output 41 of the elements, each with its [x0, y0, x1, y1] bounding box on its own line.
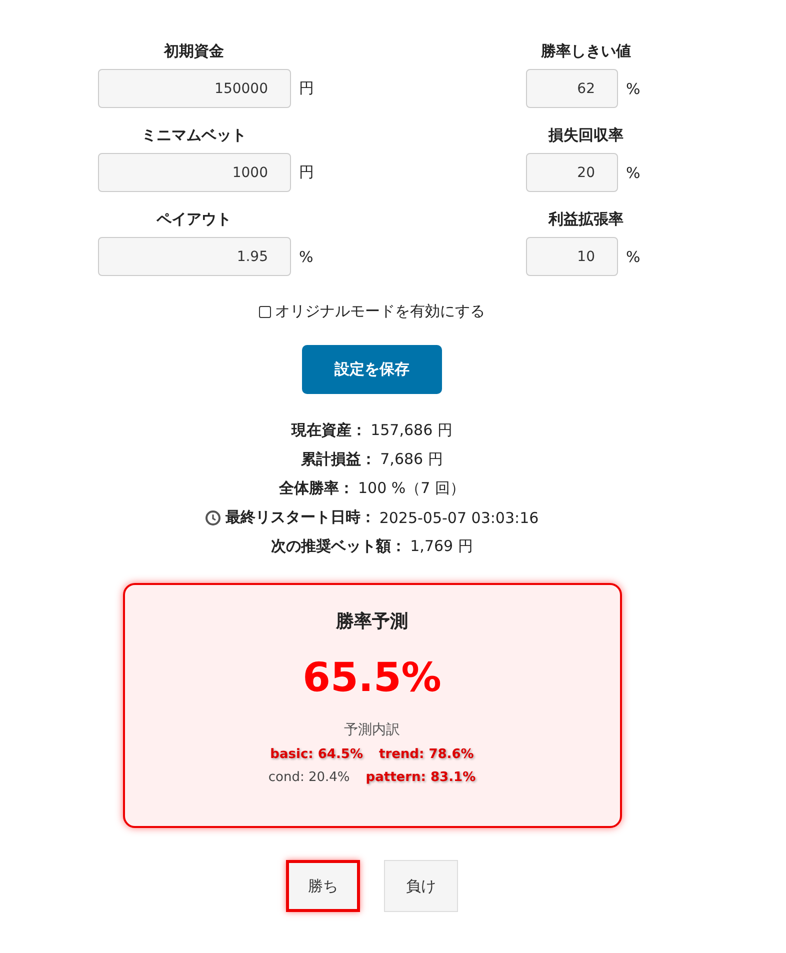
breakdown-item: pattern: 83.1%	[366, 770, 476, 785]
stat-label: 累計損益：	[301, 450, 376, 469]
unit-label: %	[626, 248, 642, 266]
field-label: 勝率しきい値	[541, 42, 631, 61]
save-button[interactable]: 設定を保存	[302, 345, 442, 394]
stat-label: 全体勝率：	[279, 479, 354, 498]
unit-label: %	[626, 164, 642, 182]
breakdown-title: 予測内訳	[344, 721, 400, 739]
stat-value: 1,769 円	[410, 537, 473, 556]
checkbox-label: オリジナルモードを有効にする	[275, 302, 485, 321]
stat-value: 157,686 円	[370, 421, 452, 440]
field-label: ミニマムベット	[140, 126, 248, 145]
stat-value: 2025-05-07 03:03:16	[379, 508, 539, 526]
breakdown-item: cond: 20.4%	[268, 770, 350, 785]
stat-label: 現在資産：	[292, 421, 367, 440]
stat-label: 次の推奨ベット額：	[271, 537, 406, 556]
result-button[interactable]: 勝ち	[286, 860, 360, 912]
unit-label: %	[626, 80, 642, 98]
breakdown-item: trend: 78.6%	[378, 747, 474, 762]
unit-label: 円	[299, 79, 315, 98]
stat-label: 最終リスタート日時：	[225, 508, 376, 527]
input-field[interactable]: 150000	[98, 69, 291, 108]
field-label: 利益拡張率	[548, 210, 624, 229]
stat-value: 100 %（7 回）	[358, 479, 465, 498]
input-field[interactable]: 20	[526, 153, 618, 192]
card-title: 勝率予測	[336, 610, 408, 633]
field-label: ペイアウト	[156, 210, 232, 229]
result-button[interactable]: 負け	[384, 860, 458, 912]
field-label: 初期資金	[162, 42, 225, 61]
prediction-value: 65.5%	[302, 655, 442, 701]
input-field[interactable]: 10	[526, 237, 618, 276]
input-field[interactable]: 1000	[98, 153, 291, 192]
input-field[interactable]: 1.95	[98, 237, 291, 276]
unit-label: 円	[299, 163, 315, 182]
breakdown-item: basic: 64.5%	[270, 747, 363, 762]
clock-icon	[205, 510, 222, 526]
stat-value: 7,686 円	[380, 450, 443, 469]
field-label: 損失回収率	[548, 126, 624, 145]
input-field[interactable]: 62	[526, 69, 618, 108]
unit-label: %	[299, 248, 314, 266]
checkbox[interactable]	[259, 306, 271, 318]
